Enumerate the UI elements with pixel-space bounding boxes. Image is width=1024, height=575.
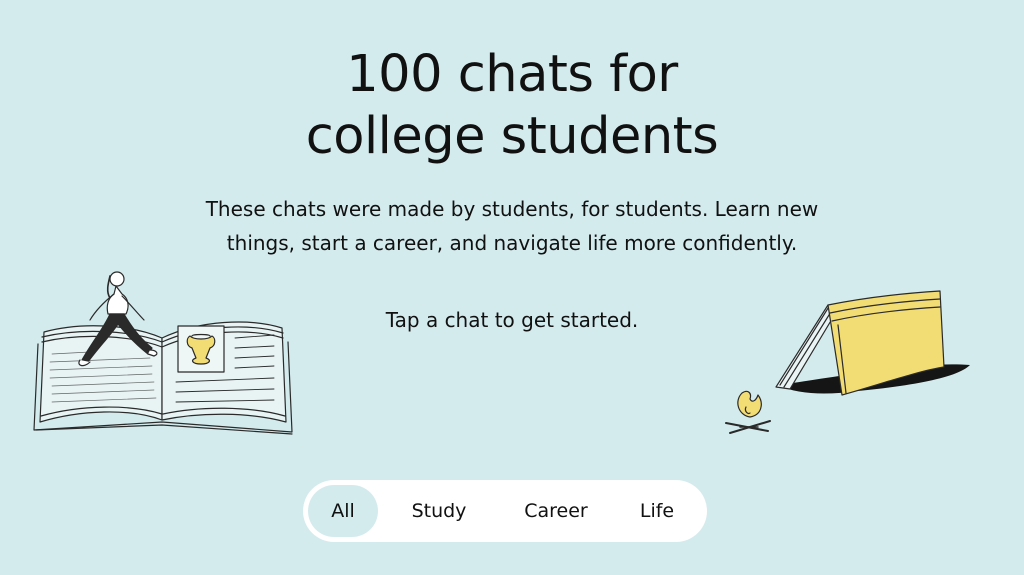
page-title: 100 chats for college students [0, 44, 1024, 168]
page-title-line-2: college students [305, 107, 719, 166]
page-title-line-1: 100 chats for [346, 45, 678, 104]
open-book-walking-student-icon [33, 271, 293, 435]
page-description: These chats were made by students, for s… [0, 192, 1024, 260]
filter-tab-life[interactable]: Life [612, 485, 702, 537]
filter-tab-study[interactable]: Study [378, 485, 500, 537]
category-filter-bar: All Study Career Life [303, 480, 707, 542]
filter-tab-career[interactable]: Career [500, 485, 612, 537]
filter-tab-all[interactable]: All [308, 485, 378, 537]
book-tent-campfire-icon [725, 290, 970, 434]
page-description-line-1: These chats were made by students, for s… [205, 197, 819, 221]
page-description-line-2: things, start a career, and navigate lif… [226, 231, 798, 255]
